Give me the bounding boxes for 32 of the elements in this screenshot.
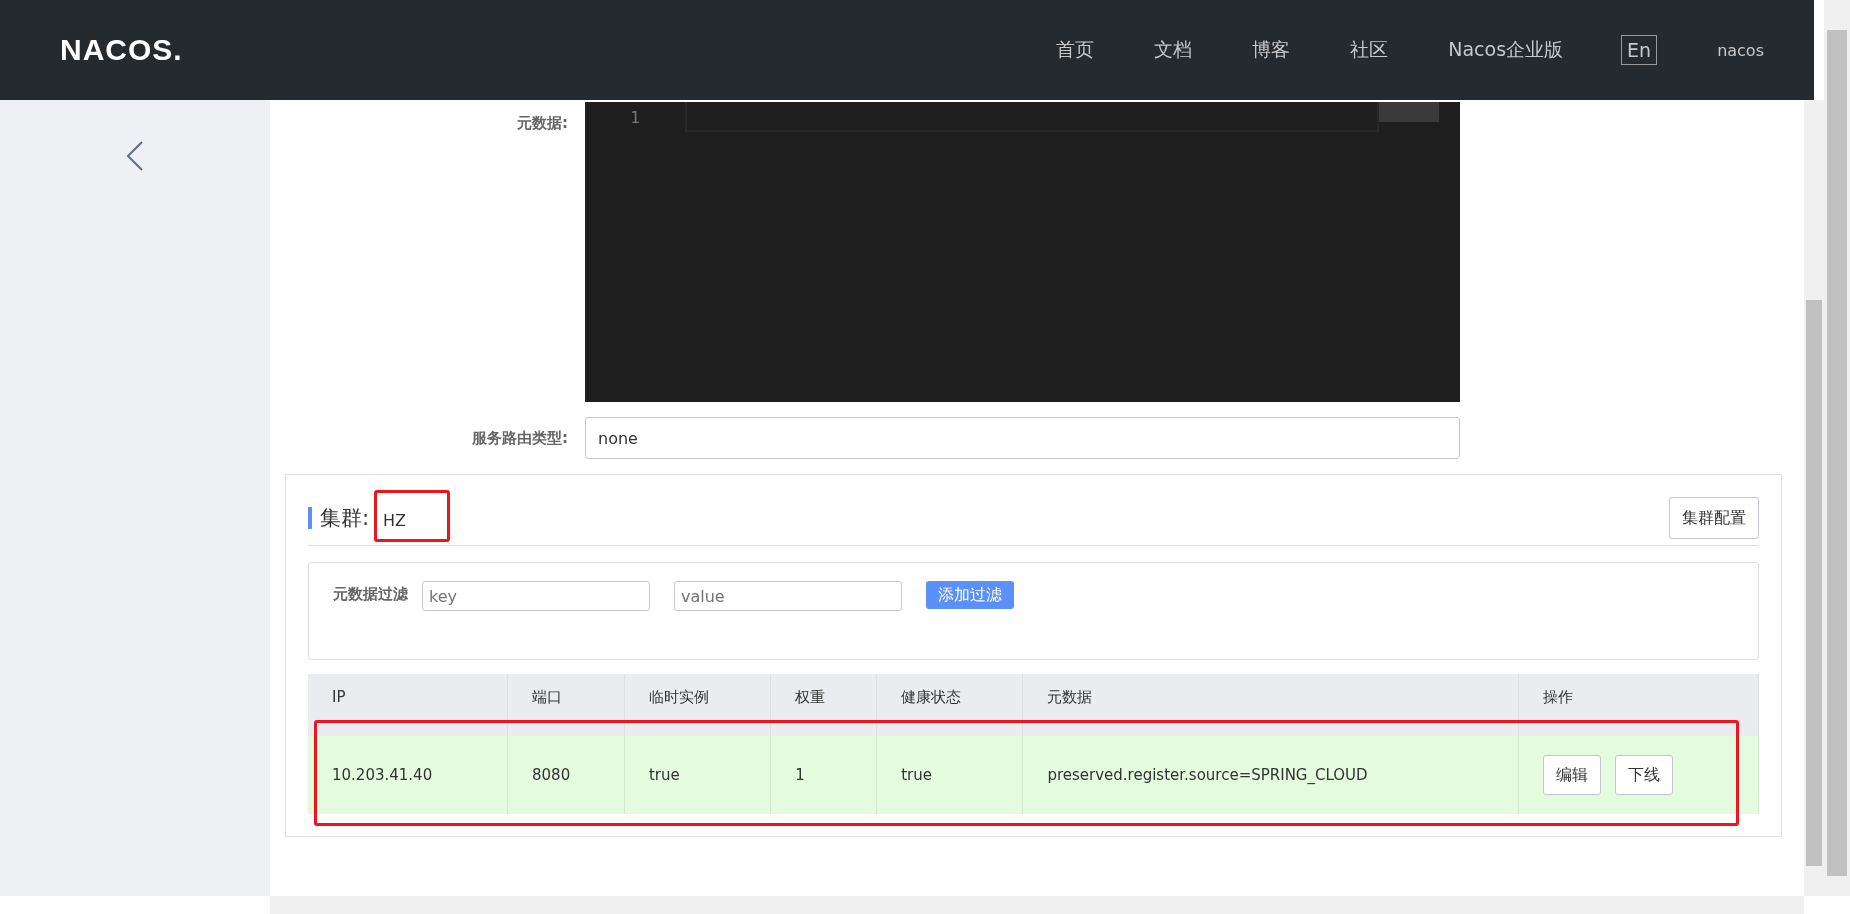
filter-label: 元数据过滤 bbox=[333, 585, 408, 604]
scrollbar[interactable] bbox=[1824, 0, 1850, 896]
row-action-button[interactable]: 编辑 bbox=[1542, 755, 1601, 795]
nav-link[interactable]: 文档 bbox=[1154, 37, 1193, 63]
minimap-block bbox=[1379, 102, 1439, 122]
key-input[interactable]: key bbox=[422, 581, 650, 611]
line-number: 1 bbox=[629, 107, 640, 129]
user-name[interactable]: nacos bbox=[1717, 40, 1764, 60]
nav-link[interactable]: Nacos企业版 bbox=[1448, 37, 1564, 63]
table-cell: 1 bbox=[770, 736, 877, 814]
cluster-title: 集群: bbox=[320, 505, 370, 532]
nav-link[interactable]: 社区 bbox=[1350, 37, 1389, 63]
code-editor[interactable]: 1 bbox=[585, 102, 1460, 402]
table-cell: 10.203.41.40 bbox=[308, 736, 508, 814]
cluster-config-button[interactable]: 集群配置 bbox=[1669, 497, 1759, 539]
nav-link[interactable]: 首页 bbox=[1056, 37, 1095, 63]
scrollbar[interactable] bbox=[1804, 100, 1824, 896]
nav-link[interactable]: 博客 bbox=[1252, 37, 1291, 63]
chevron-left-icon[interactable] bbox=[125, 140, 145, 172]
table-cell: true bbox=[624, 736, 771, 814]
cluster-name: HZ bbox=[383, 509, 407, 530]
table-cell: true bbox=[876, 736, 1023, 814]
table-cell: preserved.register.source=SPRING_CLOUD bbox=[1022, 736, 1519, 814]
row-action-button[interactable]: 下线 bbox=[1614, 755, 1673, 795]
logo[interactable]: NACOS. bbox=[60, 33, 183, 67]
accent-bar bbox=[308, 507, 312, 529]
value-input[interactable]: value bbox=[674, 581, 902, 611]
table-cell: 8080 bbox=[507, 736, 625, 814]
language-button[interactable]: En bbox=[1621, 35, 1658, 65]
field-label: 服务路由类型: bbox=[471, 428, 569, 448]
input-field[interactable]: none bbox=[585, 417, 1460, 459]
field-label: 元数据: bbox=[516, 113, 569, 133]
